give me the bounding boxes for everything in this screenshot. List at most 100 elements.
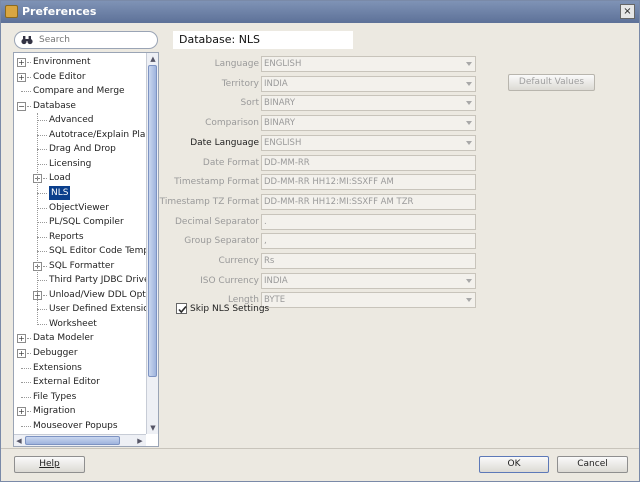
tree-item[interactable]: + Migration	[14, 404, 146, 418]
tree-connector	[37, 113, 38, 326]
tree-item[interactable]: File Types	[14, 390, 146, 404]
tree-connector	[27, 76, 31, 78]
tree-connector	[27, 353, 31, 354]
chevron-down-icon[interactable]	[466, 121, 472, 126]
tree-item[interactable]: Mouseover Popups	[14, 419, 146, 433]
field-value: BINARY	[264, 118, 296, 129]
chevron-down-icon[interactable]	[466, 298, 472, 303]
tree-item[interactable]: NLS	[14, 185, 146, 200]
chevron-down-icon[interactable]	[466, 81, 472, 86]
chevron-down-icon[interactable]	[466, 101, 472, 106]
tree-item-label: Worksheet	[49, 318, 97, 329]
tree-connector	[27, 105, 31, 107]
tree-item[interactable]: Licensing	[14, 157, 146, 171]
tree-item[interactable]: Worksheet	[14, 317, 146, 331]
text-field[interactable]: Rs	[261, 253, 476, 269]
cancel-button[interactable]: Cancel	[557, 456, 628, 473]
tree-item[interactable]: + Load	[14, 171, 146, 185]
tree-horizontal-scrollbar[interactable]: ◀ ▶	[14, 434, 146, 446]
tree-item-label: SQL Editor Code Templates	[49, 246, 146, 257]
tree-item[interactable]: +Unload/View DDL Options	[14, 288, 146, 302]
tree-item[interactable]: Extensions	[14, 361, 146, 375]
tree-item[interactable]: Reports	[14, 230, 146, 244]
tree-item[interactable]: SQL Editor Code Templates	[14, 244, 146, 258]
tree-item-label: Code Editor	[33, 71, 86, 82]
tree-connector	[21, 382, 31, 384]
tree-item-label: Mouseover Popups	[33, 420, 118, 431]
tree-vertical-scrollbar[interactable]: ▲ ▼	[146, 53, 158, 434]
tree-item[interactable]: + Code Editor	[14, 70, 146, 84]
help-button[interactable]: Help	[14, 456, 85, 473]
select-field[interactable]: INDIA	[261, 272, 476, 289]
tree-item[interactable]: External Editor	[14, 375, 146, 389]
tree-connector	[37, 134, 47, 136]
select-field[interactable]: ENGLISH	[261, 56, 476, 72]
scroll-up-icon[interactable]: ▲	[149, 54, 157, 64]
select-field[interactable]: BINARY	[261, 95, 476, 112]
tree-item[interactable]: + Debugger	[14, 346, 146, 360]
chevron-down-icon[interactable]	[466, 62, 472, 66]
expand-icon[interactable]: +	[17, 58, 26, 67]
tree-item-label: Unload/View DDL Options	[49, 289, 146, 300]
tree-item-label: SQL Formatter	[49, 260, 115, 271]
search-box[interactable]	[14, 31, 158, 49]
tree-item[interactable]: + SQL Formatter	[14, 259, 146, 273]
tree-connector	[27, 338, 31, 340]
tree-item-label: Data Modeler	[33, 333, 94, 344]
field-value: ENGLISH	[264, 137, 302, 148]
text-field[interactable]: .	[261, 213, 476, 230]
tree-horizontal-scroll-thumb[interactable]	[25, 436, 120, 445]
chevron-down-icon[interactable]	[466, 278, 472, 283]
skip-nls-checkbox[interactable]	[176, 303, 187, 314]
field-label: Comparison	[205, 118, 259, 129]
tree-item[interactable]: Third Party JDBC Drivers	[14, 273, 146, 287]
expand-icon[interactable]: +	[17, 349, 26, 358]
text-field[interactable]: DD-MM-RR	[261, 154, 476, 171]
expand-icon[interactable]: +	[17, 407, 26, 417]
field-value: INDIA	[264, 78, 288, 89]
chevron-down-icon[interactable]	[466, 140, 472, 145]
default-values-button[interactable]: Default Values	[508, 74, 595, 91]
tree-item-label: Migration	[33, 406, 76, 417]
tree-item-label: Load	[49, 173, 71, 184]
select-field[interactable]: BINARY	[261, 115, 476, 132]
tree-item[interactable]: Advanced	[14, 113, 146, 127]
tree-item[interactable]: User Defined Extensions	[14, 302, 146, 316]
text-field[interactable]: DD-MM-RR HH12:MI:SSXFF AM TZR	[261, 193, 476, 210]
select-field[interactable]: INDIA	[261, 75, 476, 92]
tree-item[interactable]: − Database	[14, 99, 146, 113]
collapse-icon[interactable]: −	[17, 101, 26, 111]
tree-item[interactable]: Drag And Drop	[14, 142, 146, 156]
scroll-down-icon[interactable]: ▼	[149, 423, 157, 433]
tree-item[interactable]: PL/SQL Compiler	[14, 215, 146, 229]
expand-icon[interactable]: +	[17, 334, 26, 344]
tree-item[interactable]: Autotrace/Explain Plan	[14, 128, 146, 142]
expand-icon[interactable]: +	[17, 72, 26, 82]
field-label: ISO Currency	[200, 275, 259, 286]
tree-connector	[21, 425, 31, 427]
tree-content: + Environment + Code Editor Compare and Merg…	[14, 53, 146, 434]
tree-connector	[37, 323, 47, 325]
scroll-right-icon[interactable]: ▶	[135, 436, 145, 446]
select-field[interactable]: BYTE	[261, 292, 476, 309]
close-button[interactable]: ×	[620, 4, 635, 19]
select-field[interactable]: ENGLISH	[261, 134, 476, 151]
tree-item[interactable]: Compare and Merge	[14, 84, 146, 98]
tree-connector	[27, 411, 31, 413]
field-label: Language	[214, 59, 259, 69]
tree-connector	[37, 236, 47, 238]
tree-connector	[37, 149, 47, 151]
scroll-left-icon[interactable]: ◀	[14, 436, 24, 446]
text-field[interactable]: ,	[261, 233, 476, 250]
tree-connector	[43, 265, 47, 267]
tree-item[interactable]: + Environment	[14, 55, 146, 69]
tree-vertical-scroll-thumb[interactable]	[148, 65, 157, 377]
search-input[interactable]	[39, 34, 149, 46]
ok-button[interactable]: OK	[479, 456, 549, 473]
tree-connector	[37, 192, 47, 194]
tree-item[interactable]: + Data Modeler	[14, 331, 146, 345]
field-label: Date Language	[190, 137, 259, 148]
text-field[interactable]: DD-MM-RR HH12:MI:SSXFF AM	[261, 174, 476, 191]
tree-item[interactable]: ObjectViewer	[14, 201, 146, 215]
tree-item-label: Database	[33, 100, 76, 111]
